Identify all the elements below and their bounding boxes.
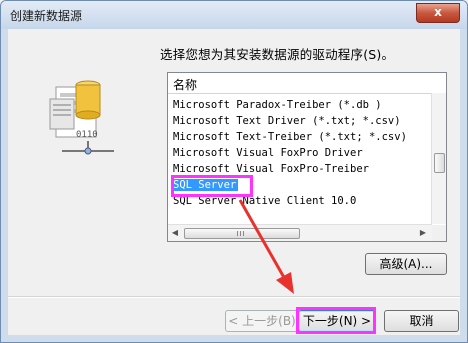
- back-button[interactable]: < 上一步(B): [225, 310, 299, 332]
- vertical-scroll-thumb[interactable]: [434, 153, 445, 173]
- list-item[interactable]: Microsoft Text-Treiber (*.txt; *.csv): [168, 129, 432, 145]
- sql-server-highlight-box: [171, 175, 253, 197]
- column-header-label: 名称: [173, 78, 198, 92]
- icon-binary-text: 0110: [76, 130, 98, 140]
- list-item[interactable]: Microsoft Paradox-Treiber (*.db ): [168, 97, 432, 113]
- driver-prompt: 选择您想为其安装数据源的驱动程序(S)。: [160, 47, 395, 62]
- list-item[interactable]: Microsoft Visual FoxPro Driver: [168, 145, 432, 161]
- window-title: 创建新数据源: [10, 9, 83, 23]
- next-button-highlight-box: [296, 307, 376, 334]
- dialog-window: 创建新数据源 x 0110 选择您想为其安装数据源的驱动程序(S)。 名称 Mi…: [0, 0, 468, 343]
- advanced-button[interactable]: 高级(A)...: [365, 253, 447, 275]
- dialog-body: 0110 选择您想为其安装数据源的驱动程序(S)。 名称 Microsoft P…: [8, 29, 460, 335]
- driver-listbox[interactable]: 名称 Microsoft Paradox-Treiber (*.db ) Mic…: [167, 72, 447, 242]
- horizontal-scrollbar[interactable]: ◀ ▶: [168, 224, 432, 241]
- database-wizard-icon: 0110: [49, 80, 114, 155]
- vertical-scrollbar[interactable]: [431, 93, 446, 224]
- title-bar[interactable]: 创建新数据源 x: [1, 1, 467, 29]
- scrollbar-corner: [432, 225, 446, 241]
- horizontal-scroll-thumb[interactable]: [184, 228, 300, 239]
- scroll-right-arrow-icon[interactable]: ▶: [419, 228, 427, 237]
- divider: [8, 296, 460, 298]
- cancel-button[interactable]: 取消: [384, 310, 459, 332]
- name-column-header[interactable]: 名称: [168, 73, 446, 94]
- close-button[interactable]: x: [416, 3, 460, 23]
- list-item[interactable]: Microsoft Text Driver (*.txt; *.csv): [168, 113, 432, 129]
- scroll-left-arrow-icon[interactable]: ◀: [171, 228, 179, 237]
